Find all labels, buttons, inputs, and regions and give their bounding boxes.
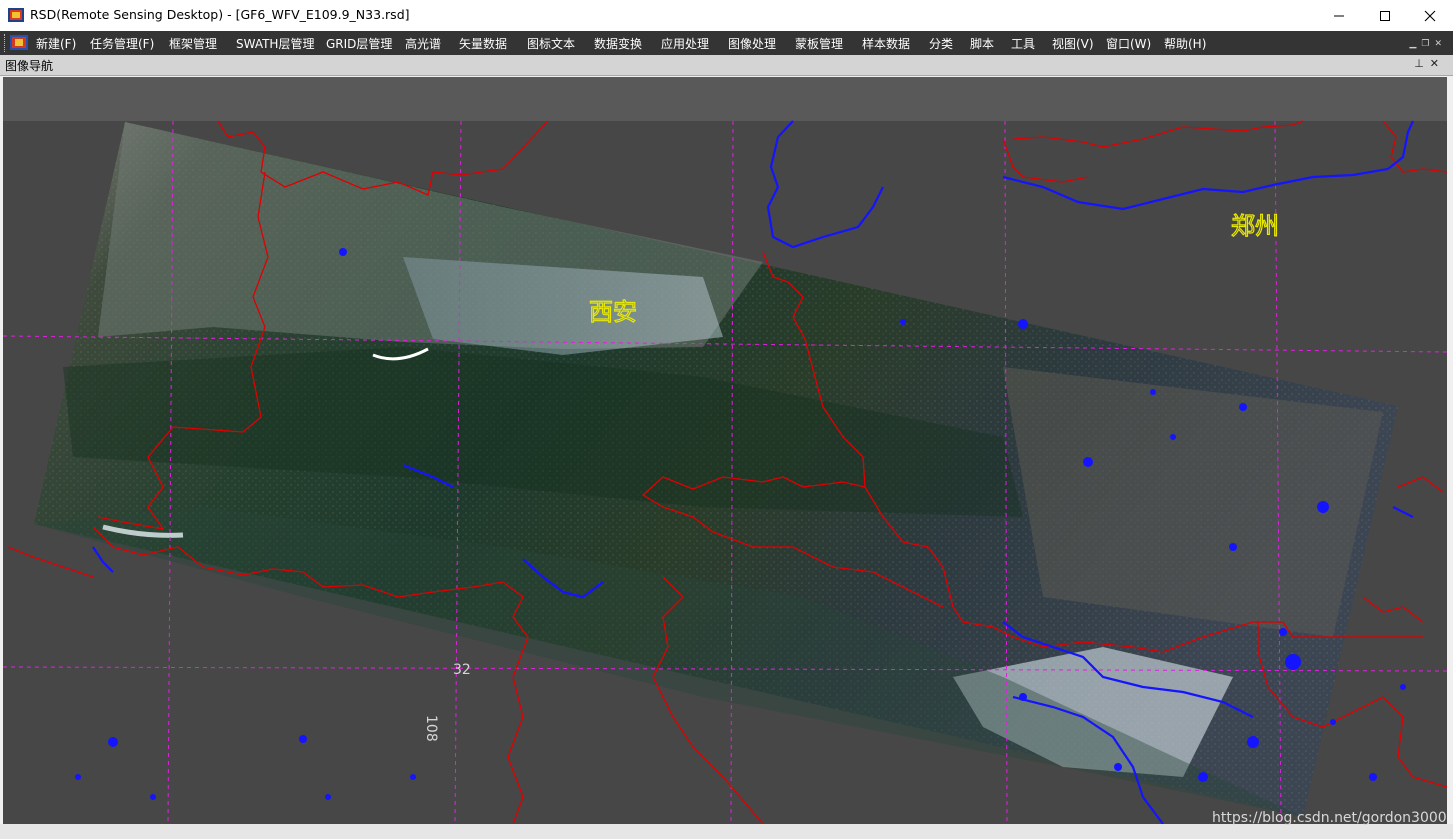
menu-swath-layer[interactable]: SWATH层管理 [236,35,314,52]
menu-hyperspectral[interactable]: 高光谱 [405,35,441,52]
menu-grid-layer[interactable]: GRID层管理 [326,35,392,52]
close-icon [1424,10,1436,21]
panel-close-icon[interactable]: ✕ [1430,57,1445,70]
menu-mask-management[interactable]: 蒙板管理 [795,35,843,52]
longitude-label: 108 [423,715,439,742]
navigation-panel-header: 图像导航 ⊥✕ [0,55,1453,76]
map-canvas[interactable]: 西安 郑州 32 108 [3,77,1447,824]
mdi-close-icon[interactable]: ✕ [1434,39,1447,49]
title-bar: RSD(Remote Sensing Desktop) - [GF6_WFV_E… [0,0,1453,31]
close-button[interactable] [1407,0,1453,31]
status-bar [0,824,1453,839]
mdi-controls: ▁❐✕ [1409,39,1447,49]
city-label-xian: 西安 [589,298,637,326]
menu-classification[interactable]: 分类 [929,35,953,52]
document-logo-icon[interactable] [10,35,28,50]
window-title: RSD(Remote Sensing Desktop) - [GF6_WFV_E… [30,7,410,22]
app-window: RSD(Remote Sensing Desktop) - [GF6_WFV_E… [0,0,1453,839]
menu-script[interactable]: 脚本 [970,35,994,52]
menu-tools[interactable]: 工具 [1011,35,1035,52]
menu-help[interactable]: 帮助(H) [1164,35,1206,52]
app-logo-icon [8,8,24,22]
pin-icon[interactable]: ⊥ [1414,57,1430,70]
menu-frame-management[interactable]: 框架管理 [169,35,217,52]
menu-icon-text[interactable]: 图标文本 [527,35,575,52]
image-navigation-view[interactable]: 西安 郑州 32 108 [3,77,1447,824]
menu-application[interactable]: 应用处理 [661,35,709,52]
minimize-button[interactable] [1316,0,1362,31]
latitude-label: 32 [453,662,471,678]
menu-window[interactable]: 窗口(W) [1106,35,1151,52]
watermark: https://blog.csdn.net/gordon3000 [1212,810,1447,826]
menu-sample-data[interactable]: 样本数据 [862,35,910,52]
menu-view[interactable]: 视图(V) [1052,35,1094,52]
maximize-button[interactable] [1362,0,1408,31]
panel-controls: ⊥✕ [1414,57,1445,70]
menu-bar: 新建(F) 任务管理(F) 框架管理 SWATH层管理 GRID层管理 高光谱 … [0,31,1453,55]
mdi-minimize-icon[interactable]: ▁ [1409,39,1421,49]
menu-vector-data[interactable]: 矢量数据 [459,35,507,52]
panel-title: 图像导航 [5,59,54,73]
satellite-scene [34,122,1398,817]
menu-grip[interactable] [4,34,8,52]
mdi-restore-icon[interactable]: ❐ [1421,39,1434,49]
menu-task-management[interactable]: 任务管理(F) [90,35,154,52]
minimize-icon [1334,15,1344,16]
maximize-icon [1380,10,1390,21]
menu-data-transform[interactable]: 数据变换 [594,35,642,52]
menu-image-processing[interactable]: 图像处理 [728,35,776,52]
city-label-zhengzhou: 郑州 [1231,212,1279,240]
menu-new[interactable]: 新建(F) [36,35,76,52]
